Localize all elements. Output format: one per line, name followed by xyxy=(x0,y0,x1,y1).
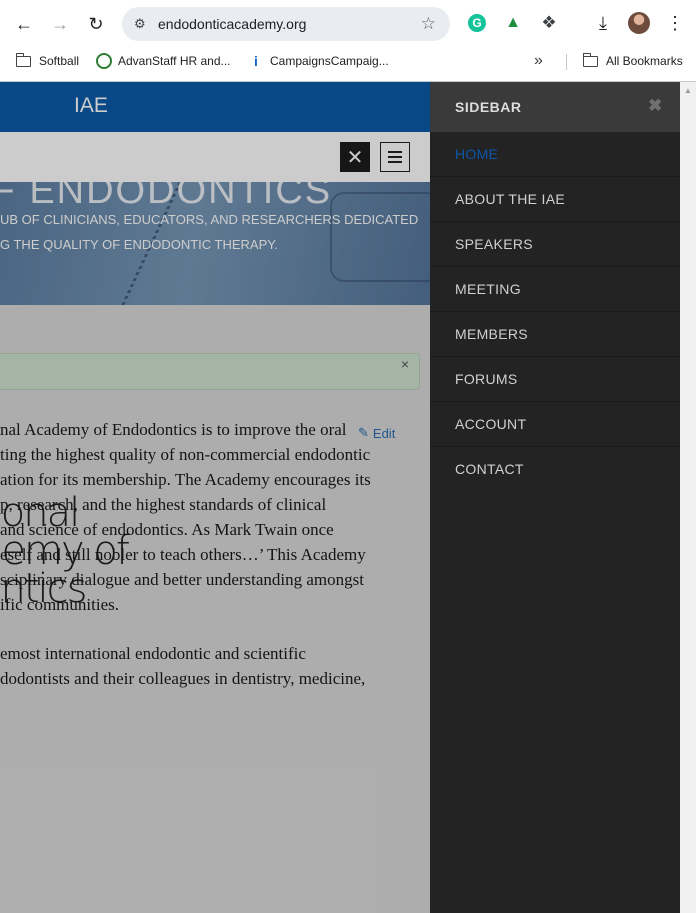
grammarly-icon[interactable]: G xyxy=(466,12,488,34)
sidebar-item-about[interactable]: ABOUT THE IAE xyxy=(430,177,680,222)
all-bookmarks[interactable]: All Bookmarks xyxy=(582,50,683,72)
sidebar-item-contact[interactable]: CONTACT xyxy=(430,447,680,492)
advanstaff-icon xyxy=(96,53,112,69)
google-drive-icon[interactable]: ▲ xyxy=(502,12,524,34)
extensions-icon[interactable]: ❖ xyxy=(538,12,560,34)
bookmark-label: Softball xyxy=(39,54,80,68)
sidebar-item-home[interactable]: HOME xyxy=(430,132,680,177)
more-bookmarks-icon[interactable]: » xyxy=(534,52,543,70)
sidebar-close-icon[interactable]: ✖ xyxy=(648,96,662,116)
profile-avatar[interactable] xyxy=(628,12,650,34)
bookmark-campaigns[interactable]: i CampaignsCampaig... xyxy=(254,50,389,72)
sidebar-item-account[interactable]: ACCOUNT xyxy=(430,402,680,447)
sidebar-item-speakers[interactable]: SPEAKERS xyxy=(430,222,680,267)
sidebar-title: SIDEBAR xyxy=(455,99,522,115)
sidebar-item-members[interactable]: MEMBERS xyxy=(430,312,680,357)
sidebar-item-label: FORUMS xyxy=(455,371,518,387)
scroll-up-icon[interactable]: ▲ xyxy=(684,86,692,95)
divider xyxy=(566,54,567,70)
all-bookmarks-label: All Bookmarks xyxy=(606,54,683,68)
bookmark-label: CampaignsCampaig... xyxy=(270,54,389,68)
forward-icon[interactable]: → xyxy=(44,8,76,40)
site-info-icon[interactable]: ⚙ xyxy=(134,16,146,32)
page-dim-overlay[interactable] xyxy=(0,82,430,913)
sidebar-item-label: CONTACT xyxy=(455,461,524,477)
bookmarks-bar: Softball AdvanStaff HR and... i Campaign… xyxy=(0,46,696,76)
address-bar[interactable]: ⚙ endodonticacademy.org ☆ xyxy=(122,7,450,41)
back-icon[interactable]: ← xyxy=(8,8,40,40)
url-text[interactable]: endodonticacademy.org xyxy=(158,16,306,32)
bookmark-softball[interactable]: Softball xyxy=(15,50,80,72)
bookmark-label: AdvanStaff HR and... xyxy=(118,54,231,68)
scrollbar[interactable]: ▲ xyxy=(680,82,696,913)
sidebar-item-label: MEMBERS xyxy=(455,326,528,342)
sidebar-item-label: ACCOUNT xyxy=(455,416,527,432)
sidebar-item-label: HOME xyxy=(455,146,499,162)
sidebar-header: SIDEBAR ✖ xyxy=(430,82,680,132)
sidebar-item-label: ABOUT THE IAE xyxy=(455,191,565,207)
reload-icon[interactable]: ↻ xyxy=(80,8,112,40)
menu-kebab-icon[interactable]: ⋮ xyxy=(664,12,686,34)
sidebar-item-meeting[interactable]: MEETING xyxy=(430,267,680,312)
campaigns-icon: i xyxy=(254,53,258,69)
sidebar-panel: SIDEBAR ✖ HOME ABOUT THE IAE SPEAKERS ME… xyxy=(430,82,680,913)
folder-icon xyxy=(582,52,598,67)
sidebar-item-forums[interactable]: FORUMS xyxy=(430,357,680,402)
download-icon[interactable]: ⤓ xyxy=(592,12,614,34)
sidebar-item-label: MEETING xyxy=(455,281,521,297)
sidebar-item-label: SPEAKERS xyxy=(455,236,533,252)
bookmark-advanstaff[interactable]: AdvanStaff HR and... xyxy=(96,50,231,72)
folder-icon xyxy=(15,52,31,67)
bookmark-star-icon[interactable]: ☆ xyxy=(421,14,436,34)
browser-chrome: ← → ↻ ⚙ endodonticacademy.org ☆ G ▲ ❖ ⤓ … xyxy=(0,0,696,82)
